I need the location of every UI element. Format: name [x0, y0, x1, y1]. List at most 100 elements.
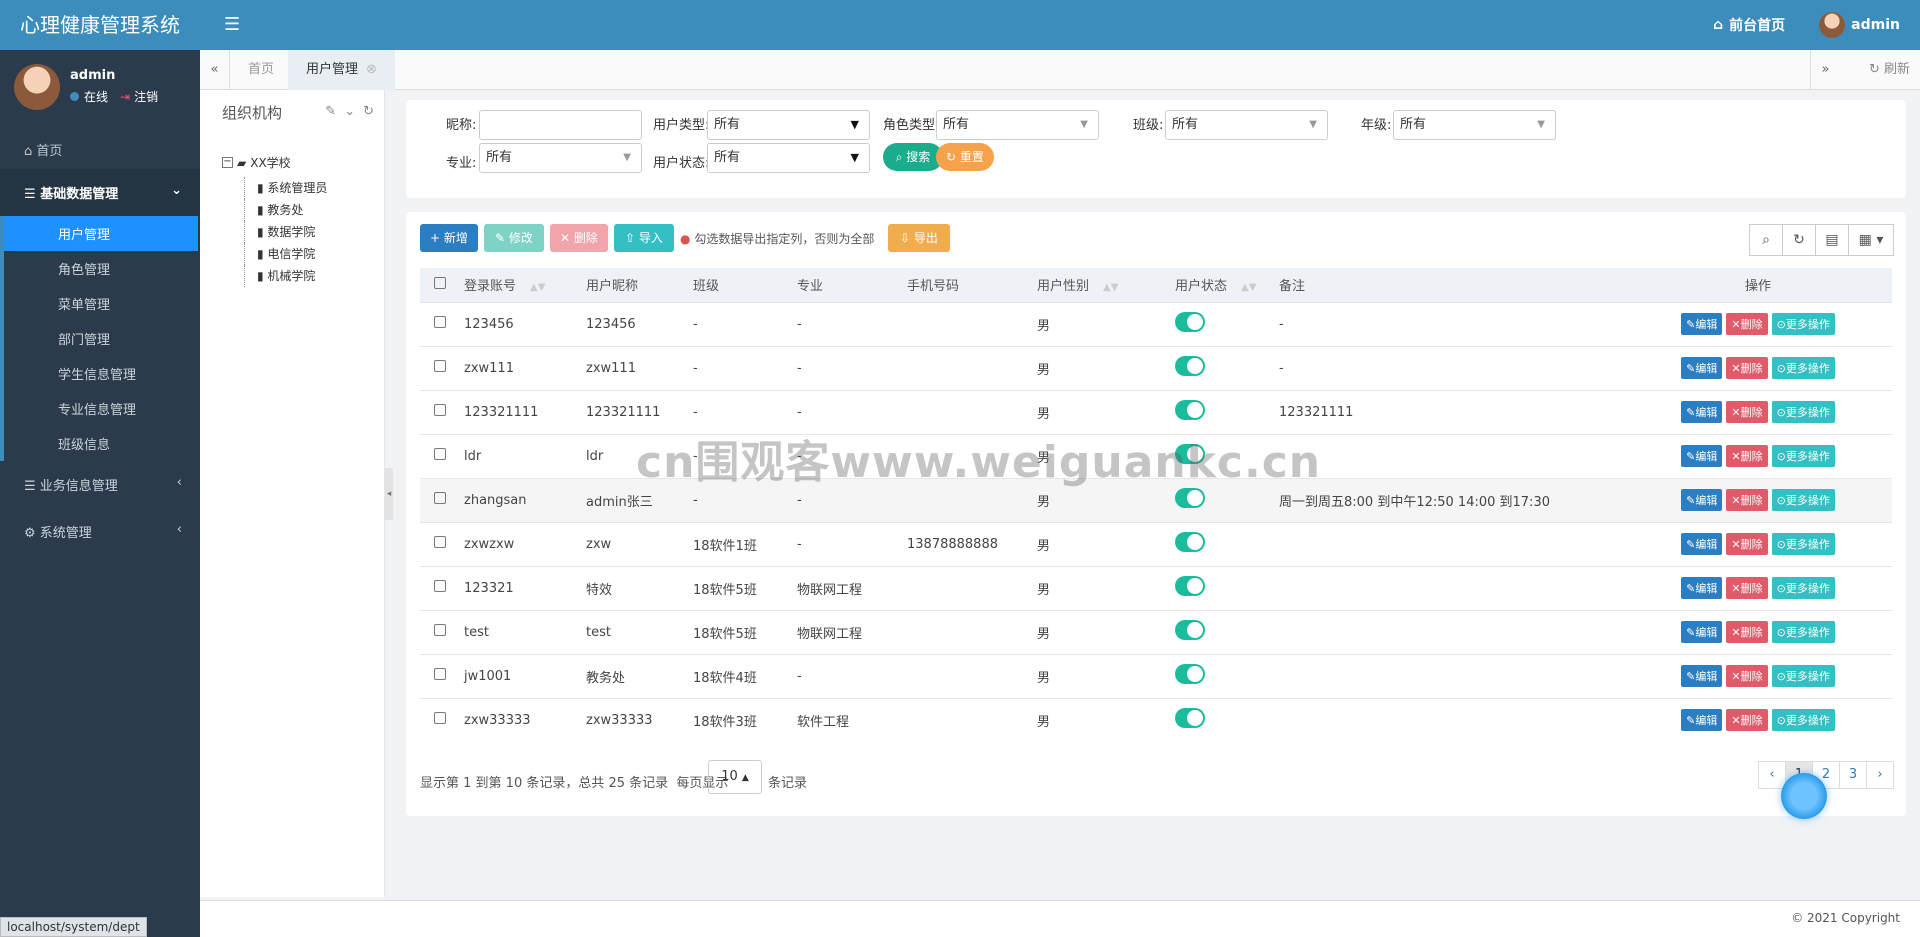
row-delete-button[interactable]: ✕删除 [1726, 577, 1768, 599]
table-row[interactable]: jw1001 教务处 18软件4班 - 男 ✎编辑 ✕删除 ⊙更多操作 [420, 653, 1892, 698]
chevron-down-icon[interactable]: ⌄ [344, 104, 355, 119]
row-checkbox[interactable] [434, 580, 446, 592]
sidebar-item-home[interactable]: ⌂ 首页 [0, 130, 200, 169]
edit-icon[interactable]: ✎ [325, 104, 336, 119]
row-delete-button[interactable]: ✕删除 [1726, 445, 1768, 467]
export-button[interactable]: ⇩ 导出 [888, 224, 950, 252]
select-all-checkbox[interactable] [434, 276, 446, 289]
row-delete-button[interactable]: ✕删除 [1726, 621, 1768, 643]
user-type-select[interactable]: 所有 ▼ [707, 110, 870, 140]
sidebar-item-users[interactable]: 用户管理 [4, 216, 198, 251]
floating-assistant-button[interactable] [1781, 773, 1827, 819]
row-edit-button[interactable]: ✎编辑 [1681, 533, 1723, 555]
row-delete-button[interactable]: ✕删除 [1726, 313, 1768, 335]
row-edit-button[interactable]: ✎编辑 [1681, 709, 1723, 732]
table-row[interactable]: 123321111 123321111- - 男 123321111 ✎编辑 ✕删除 ⊙更多操… [420, 389, 1892, 434]
status-toggle[interactable] [1175, 664, 1205, 684]
tree-root[interactable]: − ▰ XX学校 [222, 154, 327, 171]
grade-select[interactable]: 所有 ▼ [1393, 110, 1556, 140]
status-toggle[interactable] [1175, 444, 1205, 464]
row-more-button[interactable]: ⊙更多操作 [1771, 445, 1835, 467]
panel-collapse-handle[interactable]: ◂ [385, 468, 393, 520]
logout-link[interactable]: ⇥ 注销 [120, 88, 158, 105]
refresh-icon[interactable]: ↻ [1782, 224, 1816, 256]
row-delete-button[interactable]: ✕删除 [1726, 533, 1768, 555]
row-delete-button[interactable]: ✕删除 [1726, 357, 1768, 379]
table-row[interactable]: test test 18软件5班 物联网工程男 ✎编辑 ✕删除 ⊙更多操作 [420, 609, 1892, 654]
status-toggle[interactable] [1175, 312, 1205, 332]
page-next-button[interactable]: › [1866, 761, 1894, 789]
grid-icon[interactable]: ▦ ▾ [1848, 224, 1894, 256]
sidebar-item-classes[interactable]: 班级信息 [4, 426, 200, 461]
row-delete-button[interactable]: ✕删除 [1726, 665, 1768, 687]
row-more-button[interactable]: ⊙更多操作 [1771, 313, 1835, 335]
page-button-3[interactable]: 3 [1839, 761, 1867, 789]
tree-node[interactable]: ▮ 数据学院 [244, 221, 327, 243]
tree-node[interactable]: ▮ 教务处 [244, 199, 327, 221]
status-toggle[interactable] [1175, 356, 1205, 376]
status-toggle[interactable] [1175, 576, 1205, 596]
status-toggle[interactable] [1175, 620, 1205, 640]
tab-users[interactable]: 用户管理 ⊗ [288, 50, 396, 90]
status-toggle[interactable] [1175, 400, 1205, 420]
row-edit-button[interactable]: ✎编辑 [1681, 313, 1723, 335]
table-row[interactable]: 123456 123456- - 男 - ✎编辑 ✕删除 ⊙更多操作 [420, 301, 1892, 346]
table-row[interactable]: zxwzxw zxw 18软件1班 -13878888888 男 ✎编辑 ✕删除 ⊙更多操作 [420, 521, 1892, 566]
table-row[interactable]: zxw111 zxw111- - 男 - ✎编辑 ✕删除 ⊙更多操作 [420, 345, 1892, 390]
row-edit-button[interactable]: ✎编辑 [1681, 577, 1723, 599]
row-checkbox[interactable] [434, 492, 446, 504]
refresh-tab-button[interactable]: ↻ 刷新 [1869, 50, 1910, 90]
user-menu[interactable]: admin [1819, 12, 1900, 38]
frontend-home-link[interactable]: ⌂ 前台首页 [1713, 15, 1785, 35]
row-delete-button[interactable]: ✕删除 [1726, 489, 1768, 511]
search-button[interactable]: ⌕ 搜索 [883, 143, 943, 171]
reset-button[interactable]: ↻ 重置 [936, 143, 994, 171]
close-icon[interactable]: ⊗ [366, 62, 377, 77]
tree-node[interactable]: ▮ 系统管理员 [244, 177, 327, 199]
row-delete-button[interactable]: ✕删除 [1726, 401, 1768, 423]
row-edit-button[interactable]: ✎编辑 [1681, 621, 1723, 643]
tab-scroll-left-icon[interactable]: « [200, 50, 230, 90]
row-edit-button[interactable]: ✎编辑 [1681, 401, 1723, 423]
row-edit-button[interactable]: ✎编辑 [1681, 489, 1723, 511]
row-more-button[interactable]: ⊙更多操作 [1771, 577, 1835, 599]
row-checkbox[interactable] [434, 624, 446, 636]
row-checkbox[interactable] [434, 712, 446, 725]
role-type-select[interactable]: 所有 ▼ [936, 110, 1099, 140]
row-checkbox[interactable] [434, 360, 446, 372]
sidebar-item-depts[interactable]: 部门管理 [4, 321, 200, 356]
row-edit-button[interactable]: ✎编辑 [1681, 357, 1723, 379]
import-button[interactable]: ⇧ 导入 [614, 224, 674, 252]
row-checkbox[interactable] [434, 448, 446, 460]
page-size-select[interactable]: 10 ▲ [708, 760, 762, 794]
sidebar-toggle-icon[interactable]: ☰ [224, 14, 240, 35]
sidebar-item-menus[interactable]: 菜单管理 [4, 286, 200, 321]
refresh-icon[interactable]: ↻ [363, 104, 374, 119]
sidebar-group-basic[interactable]: ☰ 基础数据管理 ⌄ [0, 169, 200, 216]
page-prev-button[interactable]: ‹ [1758, 761, 1786, 789]
row-checkbox[interactable] [434, 536, 446, 548]
sort-icon[interactable]: ▲▼ [1241, 282, 1256, 293]
sidebar-item-students[interactable]: 学生信息管理 [4, 356, 200, 391]
sidebar-group-system[interactable]: ⚙ 系统管理 ‹ [0, 508, 200, 555]
delete-button[interactable]: ✕ 删除 [550, 224, 608, 252]
class-select[interactable]: 所有 ▼ [1165, 110, 1328, 140]
nickname-input[interactable] [479, 110, 642, 140]
row-checkbox[interactable] [434, 404, 446, 416]
row-more-button[interactable]: ⊙更多操作 [1771, 533, 1835, 555]
row-more-button[interactable]: ⊙更多操作 [1771, 709, 1835, 732]
tree-node[interactable]: ▮ 机械学院 [244, 265, 327, 287]
edit-button[interactable]: ✎ 修改 [484, 224, 544, 252]
collapse-icon[interactable]: − [222, 157, 233, 168]
table-row[interactable]: 123321 特效 18软件5班 物联网工程 男 ✎编辑 ✕删除 ⊙更多操作 [420, 565, 1892, 610]
row-more-button[interactable]: ⊙更多操作 [1771, 401, 1835, 423]
table-row[interactable]: ldr ldr - - 男 ✎编辑 ✕删除 ⊙更多操作 [420, 433, 1892, 478]
table-row[interactable]: zxw33333 zxw33333 18软件3班 软件工程男 ✎编辑 ✕删除 ⊙更多操作 [420, 697, 1892, 742]
row-checkbox[interactable] [434, 668, 446, 680]
add-button[interactable]: + 新增 [420, 224, 478, 252]
user-status-select[interactable]: 所有 ▼ [707, 143, 870, 173]
major-select[interactable]: 所有 ▼ [479, 143, 642, 173]
sidebar-item-majors[interactable]: 专业信息管理 [4, 391, 200, 426]
row-delete-button[interactable]: ✕删除 [1726, 709, 1768, 732]
status-toggle[interactable] [1175, 488, 1205, 508]
